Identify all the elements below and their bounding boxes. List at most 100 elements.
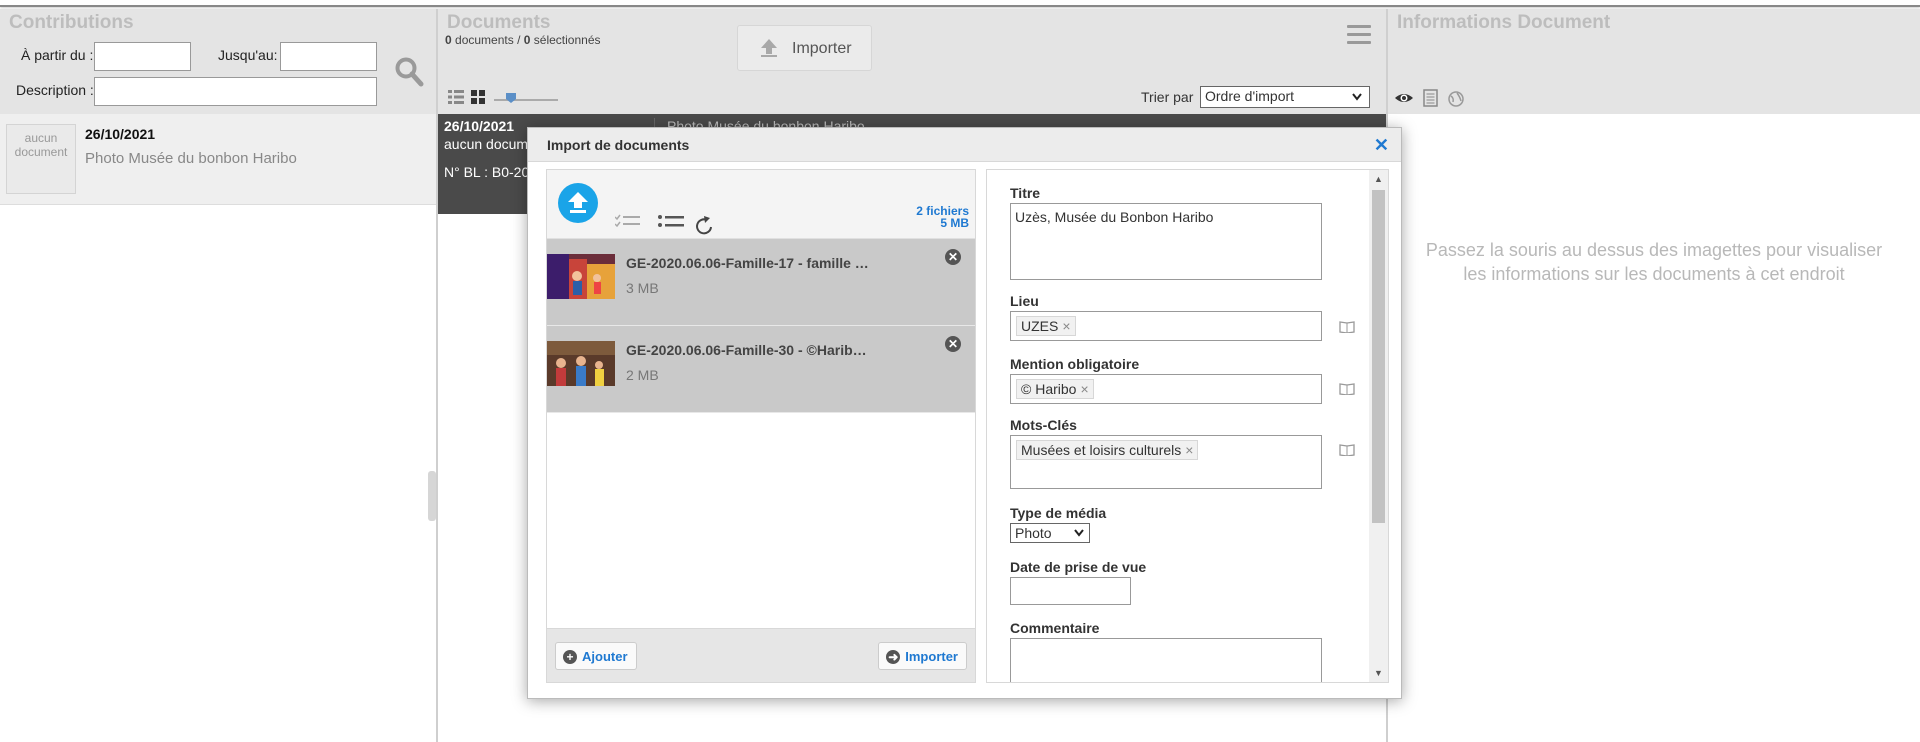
metadata-form: Titre Uzès, Musée du Bonbon Haribo Lieu … (986, 169, 1389, 683)
refresh-icon[interactable] (696, 216, 712, 235)
lieu-input[interactable]: UZES × (1010, 311, 1322, 341)
description-label: Description : (16, 82, 94, 98)
file-item[interactable]: GE-2020.06.06-Famille-17 - famille … 3 M… (547, 239, 975, 326)
to-date-label: Jusqu'au: (218, 47, 278, 63)
document-card-date: 26/10/2021 (444, 118, 515, 134)
info-panel: Informations Document Passez la souris a… (1388, 9, 1920, 742)
bullet-list-icon[interactable] (658, 215, 684, 227)
view-controls (448, 89, 558, 108)
to-date-input[interactable] (280, 42, 377, 71)
files-toolbar-icons (614, 213, 725, 238)
lieu-label: Lieu (1010, 293, 1039, 309)
document-icon[interactable] (1423, 89, 1438, 107)
mention-tag-label: © Haribo (1021, 381, 1077, 397)
book-icon[interactable] (1339, 321, 1355, 333)
file-size: 3 MB (626, 280, 659, 296)
mention-input[interactable]: © Haribo × (1010, 374, 1322, 404)
no-document-thumb: aucun document (6, 124, 76, 194)
mots-cles-input[interactable]: Musées et loisirs culturels × (1010, 435, 1322, 489)
list-view-icon[interactable] (448, 90, 464, 104)
remove-tag-icon[interactable]: × (1062, 318, 1070, 334)
commentaire-input[interactable] (1010, 638, 1322, 682)
documents-title: Documents (447, 12, 551, 33)
remove-file-icon[interactable]: ✕ (945, 249, 961, 265)
contribution-date: 26/10/2021 (85, 126, 156, 142)
contribution-item[interactable]: aucun document 26/10/2021 Photo Musée du… (0, 114, 436, 205)
titre-label: Titre (1010, 185, 1041, 201)
selected-count-label: sélectionnés (533, 33, 601, 47)
file-thumbnail (547, 341, 615, 386)
info-icons (1394, 89, 1484, 110)
mention-tag: © Haribo × (1016, 379, 1094, 399)
info-header: Informations Document (1388, 9, 1920, 114)
chevron-down-icon (1352, 93, 1362, 101)
eye-icon[interactable] (1395, 94, 1413, 102)
sort-label: Trier par (1141, 89, 1194, 105)
documents-count-label: documents / (455, 33, 521, 47)
documents-count-number: 0 (445, 33, 452, 47)
top-bar (0, 0, 1920, 7)
document-card-bl: N° BL : B0-20 (444, 164, 530, 180)
file-size: 2 MB (626, 367, 659, 383)
documents-count: 0 documents / 0 sélectionnés (445, 33, 601, 47)
grid-view-icon[interactable] (471, 90, 485, 104)
upload-icon[interactable] (558, 183, 598, 223)
form-scrollbar[interactable]: ▲ ▼ (1369, 170, 1388, 682)
files-toolbar: 2 fichiers 5 MB (547, 170, 975, 239)
upload-arrow-icon (761, 39, 777, 57)
close-icon[interactable]: ✕ (1374, 135, 1389, 156)
menu-icon[interactable] (1347, 25, 1371, 45)
media-type-value: Photo (1015, 525, 1052, 541)
globe-icon[interactable] (1448, 91, 1464, 107)
book-icon[interactable] (1339, 383, 1355, 395)
info-hint-line1: Passez la souris au dessus des imagettes… (1425, 240, 1883, 260)
scroll-up-icon[interactable]: ▲ (1374, 174, 1383, 184)
scroll-down-icon[interactable]: ▼ (1374, 668, 1383, 678)
add-button-label: Ajouter (582, 649, 628, 664)
remove-tag-icon[interactable]: × (1185, 442, 1193, 458)
file-thumbnail (547, 254, 615, 299)
chevron-down-icon (1074, 529, 1084, 537)
info-hint: Passez la souris au dessus des imagettes… (1388, 238, 1920, 286)
file-name: GE-2020.06.06-Famille-30 - ©Harib… (626, 342, 867, 358)
media-type-select[interactable]: Photo (1010, 523, 1090, 543)
contributions-panel: Contributions À partir du : Jusqu'au: De… (0, 9, 438, 742)
check-list-icon[interactable] (614, 214, 640, 228)
info-title: Informations Document (1397, 12, 1611, 33)
import-files-button[interactable]: ➜ Importer (878, 642, 967, 670)
titre-input[interactable]: Uzès, Musée du Bonbon Haribo (1010, 203, 1322, 280)
import-dialog: Import de documents ✕ 2 fichiers 5 MB GE… (527, 127, 1402, 699)
files-pane: 2 fichiers 5 MB GE-2020.06.06-Famille-17… (546, 169, 976, 683)
info-hint-line2: les informations sur les documents à cet… (1463, 264, 1845, 284)
remove-tag-icon[interactable]: × (1080, 381, 1088, 397)
panel-resize-handle[interactable] (428, 471, 436, 521)
zoom-slider[interactable] (494, 93, 558, 103)
import-files-button-label: Importer (905, 649, 958, 664)
arrow-right-icon: ➜ (886, 650, 901, 664)
files-total-size: 5 MB (940, 216, 969, 230)
sort-select[interactable]: Ordre d'import (1200, 86, 1370, 108)
media-type-label: Type de média (1010, 505, 1107, 521)
from-date-label: À partir du : (21, 47, 94, 63)
selected-count-number: 0 (523, 33, 531, 47)
file-name: GE-2020.06.06-Famille-17 - famille … (626, 255, 869, 271)
files-footer: + Ajouter ➜ Importer (547, 628, 975, 682)
contributions-header: Contributions À partir du : Jusqu'au: De… (0, 9, 436, 114)
date-prise-label: Date de prise de vue (1010, 559, 1147, 575)
date-prise-input[interactable] (1010, 577, 1131, 605)
documents-header: Documents 0 documents / 0 sélectionnés I… (438, 9, 1386, 114)
import-button-label: Importer (792, 40, 852, 57)
file-item[interactable]: GE-2020.06.06-Famille-30 - ©Harib… 2 MB … (547, 326, 975, 413)
import-dialog-header: Import de documents ✕ (528, 128, 1401, 162)
remove-file-icon[interactable]: ✕ (945, 336, 961, 352)
mention-label: Mention obligatoire (1010, 356, 1140, 372)
scrollbar-thumb[interactable] (1372, 190, 1385, 523)
contributions-title: Contributions (9, 12, 134, 33)
description-input[interactable] (94, 77, 377, 106)
document-card-line2: aucun docume (444, 136, 536, 152)
import-button[interactable]: Importer (737, 25, 872, 71)
from-date-input[interactable] (94, 42, 191, 71)
search-icon[interactable] (394, 56, 424, 90)
book-icon[interactable] (1339, 444, 1355, 456)
add-button[interactable]: + Ajouter (555, 642, 637, 670)
